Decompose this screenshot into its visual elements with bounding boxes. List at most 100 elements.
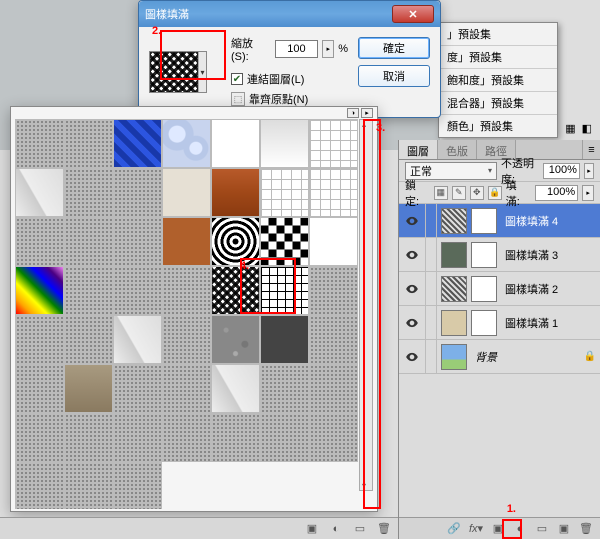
layer-mask[interactable]	[471, 310, 497, 336]
pattern-thumb[interactable]	[64, 217, 113, 266]
fx-icon[interactable]: fx▾	[468, 521, 484, 537]
visibility-toggle[interactable]	[403, 316, 421, 330]
pattern-thumb[interactable]	[113, 462, 162, 509]
preset-menu[interactable]: 」預設集 度」預設集 飽和度」預設集 混合器」預設集 顏色」預設集	[438, 22, 558, 138]
layer-name[interactable]: 背景	[475, 349, 497, 365]
lock-pixels-icon[interactable]: ✎	[452, 186, 466, 200]
fill-input[interactable]: 100%	[535, 185, 579, 201]
lock-position-icon[interactable]: ✥	[470, 186, 484, 200]
pattern-thumb[interactable]	[211, 413, 260, 462]
pattern-thumb[interactable]	[309, 168, 358, 217]
layer-mask[interactable]	[471, 276, 497, 302]
preset-item[interactable]: 飽和度」預設集	[439, 69, 557, 92]
layer-mask[interactable]	[471, 208, 497, 234]
pattern-thumb[interactable]	[309, 217, 358, 266]
scale-spinner[interactable]: ▸	[322, 40, 334, 58]
pattern-thumb[interactable]	[309, 315, 358, 364]
pattern-thumb[interactable]	[260, 413, 309, 462]
pattern-thumb[interactable]	[64, 462, 113, 509]
layer-name[interactable]: 圖樣填滿 3	[505, 247, 558, 263]
pattern-thumb[interactable]	[162, 413, 211, 462]
doc-footer-icon[interactable]: ▣	[304, 521, 320, 537]
pattern-thumb[interactable]	[162, 364, 211, 413]
pattern-thumb[interactable]	[15, 217, 64, 266]
visibility-toggle[interactable]	[403, 248, 421, 262]
pattern-thumb[interactable]	[15, 119, 64, 168]
layer-thumb[interactable]	[441, 208, 467, 234]
layer-thumb[interactable]	[441, 242, 467, 268]
layer-row[interactable]: 圖樣填滿 1	[399, 306, 600, 340]
lock-all-icon[interactable]: 🔒	[488, 186, 502, 200]
pattern-thumb[interactable]	[15, 168, 64, 217]
visibility-toggle[interactable]	[403, 214, 421, 228]
pattern-thumb[interactable]	[211, 119, 260, 168]
lock-transparent-icon[interactable]: ▦	[434, 186, 448, 200]
layer-thumb[interactable]	[441, 276, 467, 302]
doc-footer-icon[interactable]: ◐	[328, 521, 344, 537]
scale-input[interactable]: 100	[275, 40, 319, 58]
new-layer-icon[interactable]: ▣	[556, 521, 572, 537]
pattern-thumb[interactable]	[113, 119, 162, 168]
preset-item[interactable]: 混合器」預設集	[439, 92, 557, 115]
layer-name[interactable]: 圖樣填滿 1	[505, 315, 558, 331]
pattern-thumb[interactable]	[309, 266, 358, 315]
pattern-thumb[interactable]	[211, 168, 260, 217]
pattern-thumb[interactable]	[113, 168, 162, 217]
pattern-thumb[interactable]	[15, 266, 64, 315]
fill-arrow[interactable]: ▸	[582, 185, 594, 201]
chevron-down-icon[interactable]	[198, 52, 206, 92]
pattern-thumb[interactable]	[15, 413, 64, 462]
visibility-toggle[interactable]	[403, 350, 421, 364]
pattern-thumb[interactable]	[64, 315, 113, 364]
pattern-thumb[interactable]	[113, 315, 162, 364]
cancel-button[interactable]: 取消	[358, 65, 430, 87]
trash-icon[interactable]: 🗑	[578, 521, 594, 537]
tab-channels[interactable]: 色版	[438, 140, 477, 159]
pattern-thumb[interactable]	[162, 119, 211, 168]
pattern-thumb[interactable]	[260, 119, 309, 168]
layer-row[interactable]: 圖樣填滿 4	[399, 204, 600, 238]
panel-menu-icon[interactable]: ≡	[582, 140, 600, 159]
pattern-thumb[interactable]	[309, 413, 358, 462]
pattern-thumb[interactable]	[15, 462, 64, 509]
layer-name[interactable]: 圖樣填滿 2	[505, 281, 558, 297]
pattern-thumb[interactable]	[64, 266, 113, 315]
ok-button[interactable]: 確定	[358, 37, 430, 59]
preset-item[interactable]: 」預設集	[439, 23, 557, 46]
panel-icon[interactable]: ▦	[565, 122, 575, 135]
group-icon[interactable]: ▭	[534, 521, 550, 537]
layer-thumb[interactable]	[441, 344, 467, 370]
panel-icon[interactable]: ◧	[582, 122, 592, 135]
pattern-thumb[interactable]	[162, 266, 211, 315]
pattern-thumb[interactable]	[309, 119, 358, 168]
layer-thumb[interactable]	[441, 310, 467, 336]
opacity-arrow[interactable]: ▸	[584, 163, 594, 179]
snap-origin-icon[interactable]: ⬚	[231, 92, 245, 106]
pattern-thumb[interactable]	[113, 364, 162, 413]
close-button[interactable]: ✕	[392, 5, 434, 23]
pattern-thumb[interactable]	[162, 315, 211, 364]
pattern-thumb[interactable]	[64, 364, 113, 413]
opacity-input[interactable]: 100%	[543, 163, 580, 179]
layer-name[interactable]: 圖樣填滿 4	[505, 213, 558, 229]
pattern-thumb[interactable]	[113, 217, 162, 266]
pattern-thumb[interactable]	[260, 364, 309, 413]
layer-row[interactable]: 圖樣填滿 3	[399, 238, 600, 272]
pattern-thumb[interactable]	[162, 168, 211, 217]
layer-row[interactable]: 圖樣填滿 2	[399, 272, 600, 306]
doc-footer-icon[interactable]: 🗑	[376, 521, 392, 537]
pattern-thumb[interactable]	[309, 364, 358, 413]
pattern-thumb[interactable]	[15, 315, 64, 364]
pattern-thumb[interactable]	[260, 315, 309, 364]
layer-mask[interactable]	[471, 242, 497, 268]
layer-row[interactable]: 背景 🔒	[399, 340, 600, 374]
visibility-toggle[interactable]	[403, 282, 421, 296]
pattern-swatch[interactable]	[149, 51, 207, 93]
preset-item[interactable]: 度」預設集	[439, 46, 557, 69]
pattern-thumb[interactable]	[211, 315, 260, 364]
doc-footer-icon[interactable]: ▭	[352, 521, 368, 537]
link-layers-checkbox[interactable]: ✔	[231, 73, 243, 85]
picker-new-icon[interactable]: ◑	[347, 108, 359, 118]
link-layers-icon[interactable]: 🔗	[446, 521, 462, 537]
tab-layers[interactable]: 圖層	[399, 140, 438, 159]
